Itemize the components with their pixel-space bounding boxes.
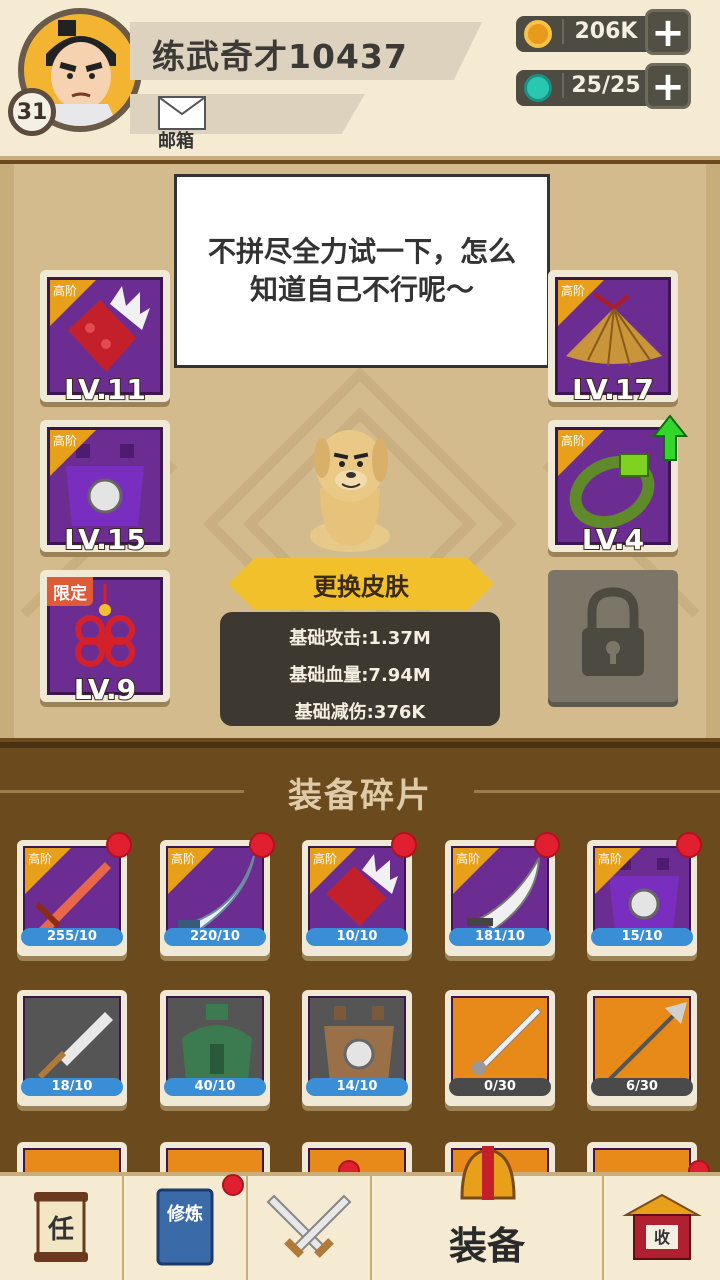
nav-battle[interactable] (248, 1176, 372, 1280)
player-name: 练武奇才10437 (152, 37, 408, 76)
fragment-count: 18/10 (21, 1078, 123, 1096)
fragment-card[interactable]: 高阶 15/10 (587, 840, 697, 956)
tier-tag: 高阶 (53, 434, 78, 448)
iron-sword-icon (37, 1012, 113, 1080)
change-skin-button[interactable]: 更换皮肤 (228, 558, 494, 610)
fragment-count: 10/10 (306, 928, 408, 946)
equip-slot-hat[interactable]: 高阶 LV.17 (548, 270, 678, 407)
nav-task[interactable]: 任 (0, 1176, 124, 1280)
book-icon: 修炼 (156, 1188, 214, 1266)
tier-tag: 高阶 (53, 284, 78, 298)
fragment-card[interactable]: 18/10 (17, 990, 127, 1106)
add-energy-button[interactable]: + (645, 63, 691, 109)
fragment-count: 15/10 (591, 928, 693, 946)
fragment-count: 181/10 (449, 928, 551, 946)
equip-slot-charm[interactable]: 限定 LV.9 (40, 570, 170, 707)
fragment-count: 0/30 (449, 1078, 551, 1096)
equip-level: LV.11 (63, 372, 147, 407)
notification-dot (391, 832, 417, 858)
fragment-count: 255/10 (21, 928, 123, 946)
leather-armor-icon (324, 1006, 394, 1082)
notification-dot (106, 832, 132, 858)
fragment-count: 220/10 (164, 928, 266, 946)
bottom-nav: 任 修炼 装备 收 (0, 1146, 720, 1280)
base-attack: 基础攻击:1.37M (289, 628, 431, 649)
shop-icon: 收 (622, 1193, 702, 1260)
tier-tag: 高阶 (598, 852, 623, 866)
nav-train[interactable]: 修炼 (124, 1174, 248, 1280)
collect-glyph: 收 (654, 1228, 670, 1247)
notification-dot (534, 832, 560, 858)
equip-level: LV.15 (63, 522, 147, 557)
mail-label[interactable]: 邮箱 (158, 127, 194, 153)
coin-value: 206K (562, 19, 642, 44)
player-level-badge: 31 (8, 88, 56, 136)
fragment-count: 6/30 (591, 1078, 693, 1096)
equip-slot-gauntlet[interactable]: 高阶 LV.11 (40, 270, 170, 407)
locked-slot[interactable] (548, 570, 678, 702)
task-glyph: 任 (47, 1215, 74, 1245)
add-coins-button[interactable]: + (645, 9, 691, 55)
fragment-card[interactable]: 40/10 (160, 990, 270, 1106)
notification-dot (249, 832, 275, 858)
nav-collect[interactable]: 收 (604, 1176, 720, 1280)
equip-level: LV.9 (73, 672, 137, 707)
fragment-card[interactable]: 6/30 (587, 990, 697, 1106)
speech-bubble: 不拼尽全力试一下，怎么知道自己不行呢～ (174, 174, 550, 368)
fragment-card[interactable]: 14/10 (302, 990, 412, 1106)
lock-icon (582, 587, 644, 676)
train-glyph: 修炼 (166, 1203, 203, 1225)
tier-tag: 高阶 (456, 852, 481, 866)
nav-equip-label: 装备 (448, 1223, 525, 1268)
green-armor-icon (182, 1004, 252, 1082)
tier-tag: 高阶 (313, 852, 338, 866)
energy-balloon-icon (524, 74, 552, 102)
fragments-title: 装备碎片 (288, 776, 432, 816)
equip-level: LV.17 (571, 372, 655, 407)
mail-icon[interactable] (158, 96, 206, 130)
fragment-card[interactable]: 高阶 10/10 (302, 840, 412, 956)
base-defense: 基础减伤:376K (294, 702, 426, 723)
energy-value: 25/25 (562, 73, 642, 98)
fragment-count: 40/10 (164, 1078, 266, 1096)
notification-dot (676, 832, 702, 858)
tier-tag: 高阶 (28, 852, 53, 866)
helmet-icon (460, 1146, 516, 1200)
base-stats-panel: 基础攻击:1.37M 基础血量:7.94M 基础减伤:376K (220, 612, 500, 726)
fragment-card[interactable]: 0/30 (445, 990, 555, 1106)
dog-character-icon[interactable] (300, 418, 400, 554)
fragment-count: 14/10 (306, 1078, 408, 1096)
equip-level: LV.4 (581, 522, 645, 557)
nav-equipment-active[interactable]: 装备 (372, 1146, 604, 1280)
silver-sword-icon (472, 1007, 542, 1075)
equip-slot-armor[interactable]: 高阶 LV.15 (40, 420, 170, 557)
fragment-card[interactable]: 高阶 181/10 (445, 840, 555, 956)
limited-tag: 限定 (47, 577, 93, 606)
scroll-icon: 任 (34, 1192, 88, 1262)
tier-tag: 高阶 (561, 284, 586, 298)
fragment-card[interactable]: 高阶 255/10 (17, 840, 127, 956)
base-hp: 基础血量:7.94M (289, 665, 431, 686)
crossed-swords-icon (266, 1194, 352, 1258)
spear-icon (605, 1002, 687, 1084)
upgrade-arrow-icon (652, 414, 688, 461)
fragment-card[interactable]: 高阶 220/10 (160, 840, 270, 956)
notification-dot (222, 1174, 244, 1196)
tier-tag: 高阶 (561, 434, 586, 448)
coin-icon (524, 20, 552, 48)
tier-tag: 高阶 (171, 852, 196, 866)
